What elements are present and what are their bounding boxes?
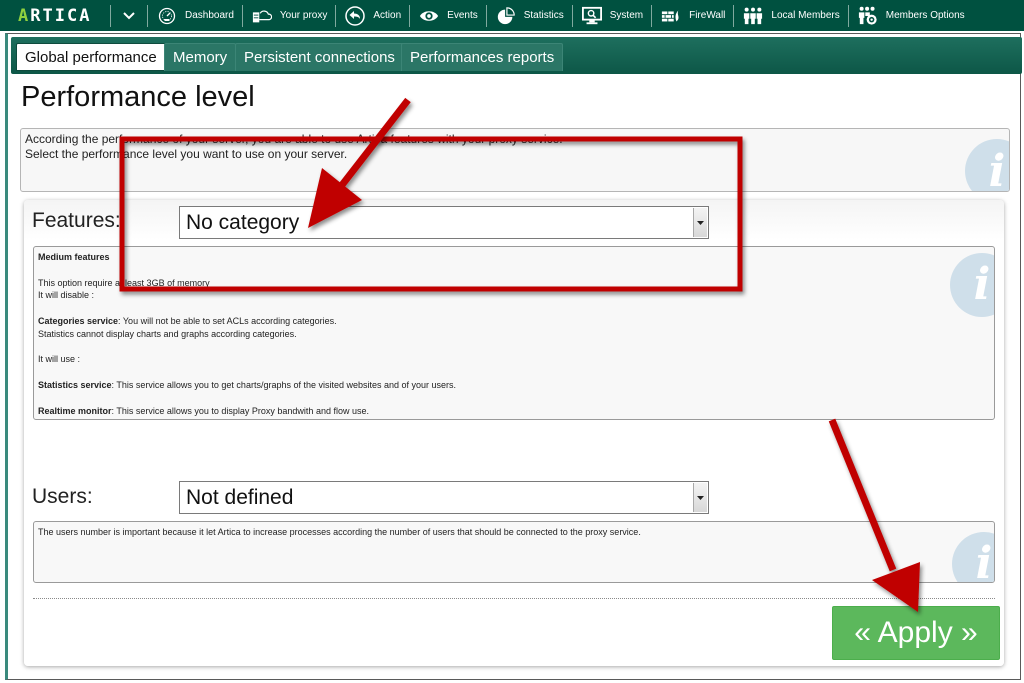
nav-item-system[interactable]: System [573, 0, 651, 31]
intro-line: Select the performance level you want to… [25, 147, 348, 161]
features-description-box: Medium features This option require at l… [33, 246, 995, 420]
nav-separator [847, 4, 849, 27]
categories-service-line-2: Statistics cannot display charts and gra… [38, 328, 297, 339]
nav-item-your-proxy[interactable]: Your proxy [243, 0, 335, 31]
nav-item-label: Your proxy [279, 10, 328, 21]
users-description: The users number is important because it… [38, 527, 641, 537]
features-select[interactable]: No category [179, 206, 709, 239]
nav-item-label: Members Options [885, 10, 965, 21]
nav-item-label: System [609, 10, 644, 21]
statistics-service-line: Statistics service: This service allows … [38, 379, 457, 390]
action-arrow-icon [345, 5, 366, 26]
info-watermark-icon: i [952, 532, 994, 582]
chevron-down-icon [123, 7, 135, 25]
nav-separator [733, 4, 735, 27]
users-selected-value: Not defined [186, 485, 294, 509]
dropdown-arrow-icon[interactable] [693, 208, 707, 237]
features-heading: Medium features [38, 252, 110, 262]
categories-service-line: Categories service: You will not be able… [38, 315, 337, 326]
users-label: Users: [32, 485, 93, 508]
intro-line: According the performance of your server… [25, 132, 563, 146]
nav-item-label: Local Members [771, 10, 840, 21]
top-navbar: A RTICA Dashboard Your proxy Action Event… [0, 0, 1024, 31]
nav-item-members-options[interactable]: Members Options [849, 0, 973, 31]
features-selected-value: No category [186, 210, 300, 234]
members-options-icon [858, 6, 878, 26]
disable-header: It will disable : [38, 290, 95, 301]
nav-menu-toggle[interactable] [111, 0, 147, 31]
nav-item-statistics[interactable]: Statistics [487, 0, 572, 31]
nav-separator [409, 4, 411, 27]
nav-separator [241, 4, 243, 27]
nav-item-label: Action [373, 10, 402, 21]
eye-icon [419, 6, 439, 26]
nav-item-action[interactable]: Action [336, 0, 409, 31]
tab-persistent-connections[interactable]: Persistent connections [235, 43, 404, 71]
pie-chart-icon [496, 6, 516, 26]
nav-separator [485, 4, 487, 27]
nav-item-label: FireWall [689, 10, 726, 21]
logo-text: RTICA [30, 5, 92, 26]
use-header: It will use : [38, 354, 81, 365]
members-icon [743, 6, 763, 26]
tab-global-performance[interactable]: Global performance [16, 43, 166, 71]
tab-performances-reports[interactable]: Performances reports [401, 43, 564, 71]
users-select[interactable]: Not defined [179, 481, 709, 514]
dropdown-arrow-icon[interactable] [693, 483, 707, 512]
apply-button[interactable]: « Apply » [832, 606, 1000, 660]
nav-item-local-members[interactable]: Local Members [734, 0, 847, 31]
nav-separator [110, 4, 111, 27]
firewall-icon [661, 6, 681, 26]
memory-note: This option require at least 3GB of memo… [38, 277, 210, 288]
tab-memory[interactable]: Memory [164, 43, 237, 71]
realtime-monitor-line: Realtime monitor: This service allows yo… [38, 405, 369, 416]
proxy-cloud-icon [252, 6, 272, 26]
nav-separator [335, 4, 337, 27]
settings-panel: Features: No category Medium features Th… [24, 200, 1004, 666]
tab-bar: Global performance Memory Persistent con… [11, 37, 1022, 74]
users-description-box: The users number is important because it… [33, 521, 995, 583]
nav-item-events[interactable]: Events [410, 0, 486, 31]
artica-logo[interactable]: A RTICA [0, 0, 110, 31]
monitor-search-icon [581, 6, 602, 26]
nav-item-label: Events [447, 10, 478, 21]
nav-item-dashboard[interactable]: Dashboard [148, 0, 242, 31]
dotted-divider [33, 598, 995, 599]
nav-separator [571, 4, 573, 27]
logo-accent-letter: A [18, 5, 31, 26]
nav-separator [147, 4, 148, 27]
intro-info-box: According the performance of your server… [20, 128, 1010, 192]
nav-item-firewall[interactable]: FireWall [652, 0, 733, 31]
page-title: Performance level [21, 81, 255, 113]
nav-separator [651, 4, 653, 27]
nav-item-label: Statistics [523, 10, 564, 21]
features-label: Features: [32, 209, 121, 232]
nav-item-label: Dashboard [185, 10, 234, 21]
main-content-frame: Global performance Memory Persistent con… [5, 33, 1022, 680]
dashboard-gauge-icon [157, 6, 177, 26]
